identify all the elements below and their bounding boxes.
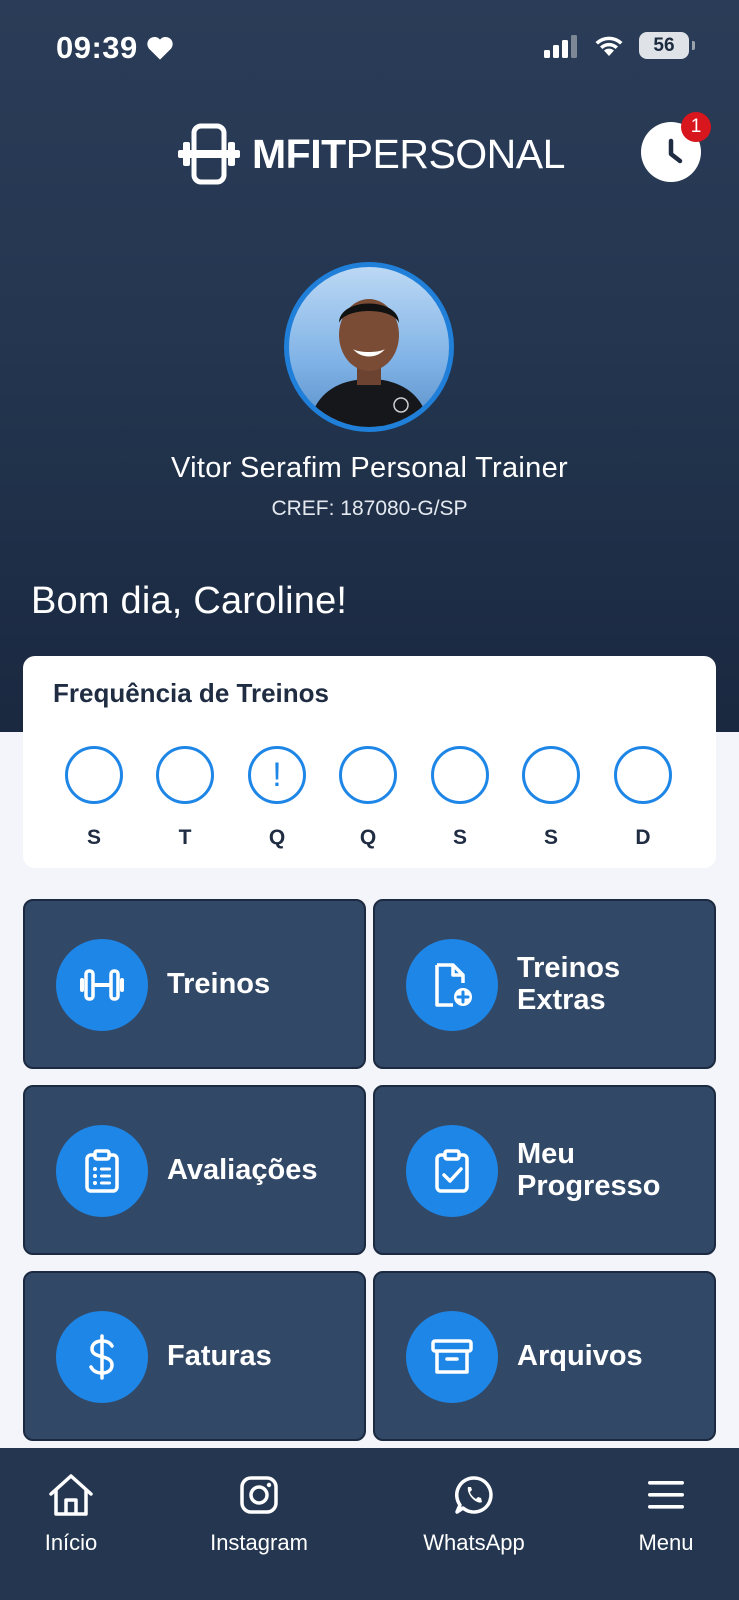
clipboard-check-icon	[406, 1125, 498, 1217]
trainer-avatar[interactable]	[284, 262, 454, 432]
day-circle-wednesday[interactable]: !	[248, 746, 306, 804]
logo-text: MFITPERSONAL	[252, 130, 566, 177]
tile-meu-progresso[interactable]: Meu Progresso	[373, 1085, 716, 1255]
tile-arquivos[interactable]: Arquivos	[373, 1271, 716, 1441]
instagram-icon	[234, 1470, 284, 1520]
tile-faturas[interactable]: Faturas	[23, 1271, 366, 1441]
day-letter-sunday: D	[635, 826, 651, 849]
day-letter-wednesday: Q	[268, 826, 286, 849]
status-time-text: 09:39	[56, 30, 138, 65]
tile-treinos[interactable]: Treinos	[23, 899, 366, 1069]
tile-label-treinos: Treinos	[167, 967, 271, 1000]
nav-label-menu: Menu	[638, 1530, 694, 1555]
file-plus-icon	[406, 939, 498, 1031]
app-logo: MFITPERSONAL	[178, 122, 565, 186]
tile-avaliacoes[interactable]: Avaliações	[23, 1085, 366, 1255]
tile-label-avaliacoes: Avaliações	[167, 1153, 318, 1186]
notification-badge: 1	[681, 112, 711, 142]
signal-icon	[544, 34, 577, 58]
nav-label-whatsapp: WhatsApp	[423, 1530, 525, 1555]
dollar-icon	[56, 1311, 148, 1403]
clock-icon	[668, 138, 683, 164]
tile-label-treinos-extras: Treinos Extras	[517, 951, 621, 1016]
tile-label-arquivos: Arquivos	[517, 1339, 643, 1372]
status-icons: 56	[543, 32, 695, 59]
home-icon	[46, 1470, 96, 1520]
clipboard-list-icon	[56, 1125, 148, 1217]
wifi-icon	[595, 36, 623, 56]
greeting-text: Bom dia, Caroline!	[31, 580, 348, 622]
trainer-photo	[309, 299, 429, 427]
nav-instagram[interactable]: Instagram	[206, 1470, 312, 1556]
day-circle-friday[interactable]	[431, 746, 489, 804]
status-time: 09:39	[56, 30, 174, 66]
frequency-card[interactable]: Frequência de Treinos ! S T Q Q S S D	[23, 656, 716, 868]
day-letter-monday: S	[86, 826, 101, 849]
heart-icon	[147, 36, 173, 60]
archive-icon	[406, 1311, 498, 1403]
dumbbell-logo-icon	[178, 123, 240, 185]
nav-whatsapp[interactable]: WhatsApp	[421, 1470, 527, 1556]
day-circle-saturday[interactable]	[522, 746, 580, 804]
tile-label-faturas: Faturas	[167, 1339, 272, 1372]
day-letter-thursday: Q	[359, 826, 377, 849]
nav-label-instagram: Instagram	[210, 1530, 308, 1555]
day-circle-sunday[interactable]	[614, 746, 672, 804]
nav-label-inicio: Início	[44, 1530, 98, 1555]
day-letter-saturday: S	[543, 826, 558, 849]
nav-menu[interactable]: Menu	[635, 1470, 697, 1556]
tile-treinos-extras[interactable]: Treinos Extras	[373, 899, 716, 1069]
day-circle-monday[interactable]	[65, 746, 123, 804]
whatsapp-icon	[449, 1470, 499, 1520]
trainer-name: Vitor Serafim Personal Trainer	[171, 452, 568, 484]
day-letter-tuesday: T	[178, 826, 192, 849]
menu-icon	[641, 1470, 691, 1520]
logo-text-bold: MFIT	[252, 130, 346, 177]
dumbbell-icon	[56, 939, 148, 1031]
day-circle-thursday[interactable]	[339, 746, 397, 804]
logo-text-regular: PERSONAL	[345, 130, 566, 177]
battery-indicator: 56	[639, 32, 695, 59]
bottom-navigation: Início Instagram WhatsApp Menu	[0, 1448, 739, 1600]
frequency-title: Frequência de Treinos	[53, 678, 329, 708]
trainer-cref: CREF: 187080-G/SP	[271, 497, 468, 520]
nav-inicio[interactable]: Início	[40, 1470, 102, 1556]
day-letter-friday: S	[452, 826, 467, 849]
day-circle-tuesday[interactable]	[156, 746, 214, 804]
tile-label-meu-progresso: Meu Progresso	[517, 1137, 661, 1202]
